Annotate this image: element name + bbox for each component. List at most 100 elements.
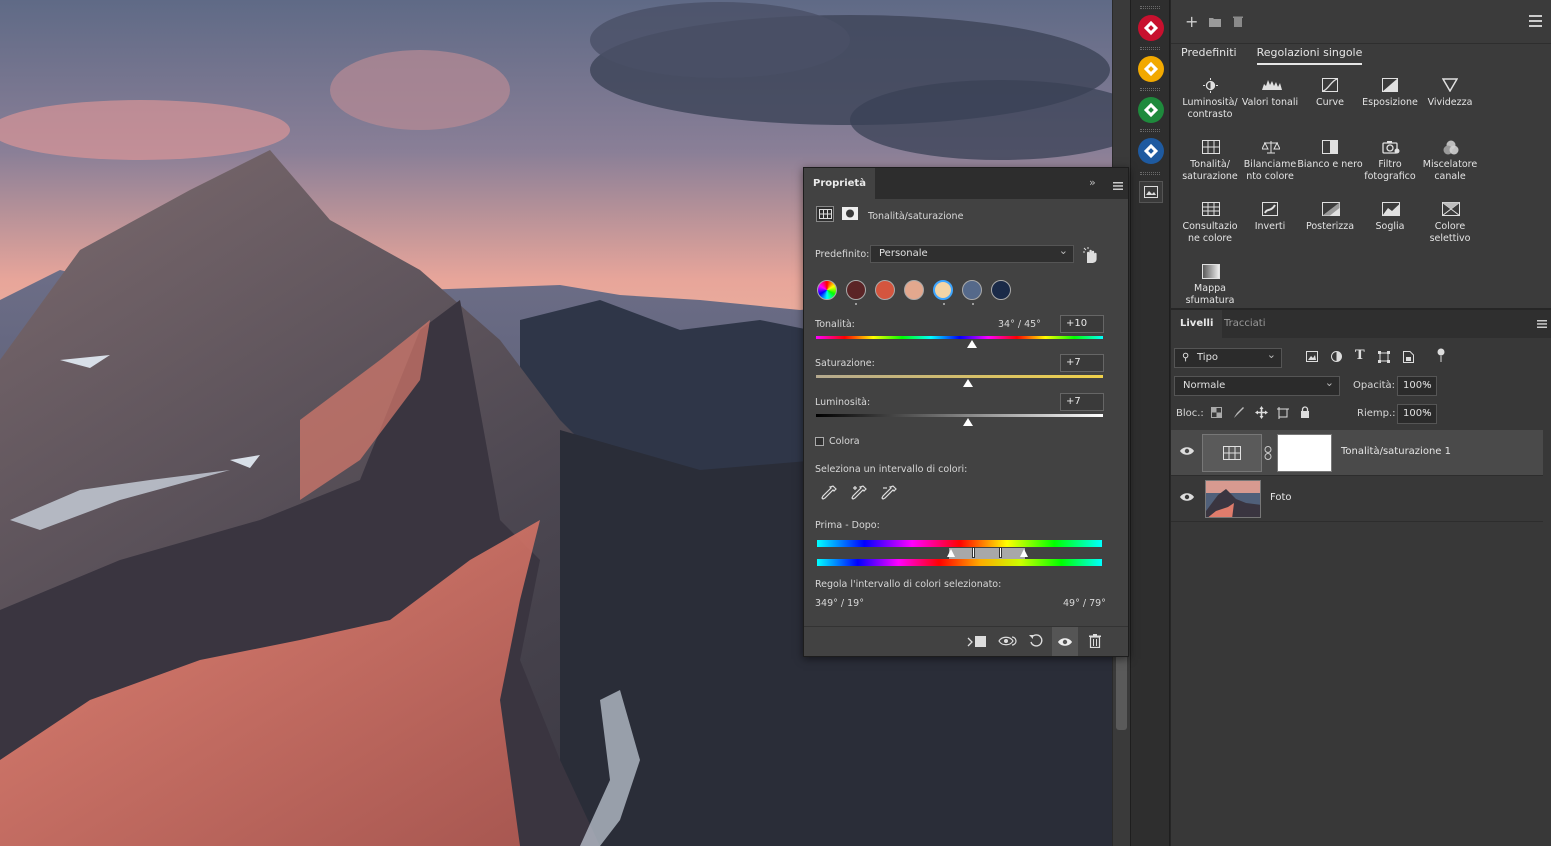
lock-move-icon[interactable] (1255, 406, 1268, 422)
panel-menu-icon[interactable] (1529, 15, 1542, 31)
grip-handle[interactable] (1140, 129, 1160, 132)
adj-photo-filter[interactable]: Filtro fotografico (1357, 140, 1423, 183)
adj-black-white[interactable]: Bianco e nero (1297, 140, 1363, 171)
filter-adjustment-icon[interactable] (1331, 351, 1342, 365)
scrollbar-thumb[interactable] (1116, 655, 1127, 730)
fill-field[interactable]: 100% (1397, 402, 1437, 424)
swatch-skin[interactable] (904, 280, 924, 300)
select-range-label: Seleziona un intervallo di colori: (815, 464, 968, 475)
tab-regolazioni-singole[interactable]: Regolazioni singole (1256, 46, 1363, 65)
layer-filter-dropdown[interactable]: ⚲ Tipo (1174, 346, 1282, 368)
visibility-toggle-icon[interactable] (1052, 627, 1078, 656)
luminosity-slider-thumb[interactable] (963, 418, 974, 426)
lock-brush-icon[interactable] (1233, 407, 1245, 422)
eye-icon[interactable] (1180, 492, 1194, 502)
layer-row-hue-saturation[interactable]: Tonalità/saturazione 1 (1171, 430, 1543, 476)
swatch-reds[interactable] (846, 280, 866, 300)
adjustment-icon[interactable] (816, 206, 834, 222)
lock-all-icon[interactable] (1300, 406, 1310, 421)
adjustment-thumbnail[interactable] (1202, 434, 1262, 472)
adj-channel-mixer[interactable]: Miscelatore canale (1417, 140, 1483, 183)
lock-transparent-icon[interactable] (1211, 407, 1222, 421)
plugin-blue-icon[interactable] (1138, 138, 1164, 164)
trash-icon[interactable] (1233, 15, 1243, 31)
adj-gradient-map[interactable]: Mappa sfumatura (1177, 264, 1243, 307)
tab-proprieta[interactable]: Proprietà (804, 168, 875, 199)
swatch-orange[interactable] (875, 280, 895, 300)
adj-color-lookup[interactable]: Consultazio ne colore (1177, 202, 1243, 245)
eyedropper-minus-icon[interactable] (880, 484, 898, 502)
adj-brightness-contrast[interactable]: Luminosità/ contrasto (1177, 78, 1243, 121)
preset-label: Predefinito: (815, 249, 870, 260)
swatch-navy[interactable] (991, 280, 1011, 300)
filter-type-icon[interactable]: T (1355, 348, 1365, 363)
saturation-input[interactable]: +7 (1060, 354, 1104, 372)
adj-levels[interactable]: Valori tonali (1237, 78, 1303, 109)
grip-handle[interactable] (1140, 47, 1160, 50)
swatch-yellows[interactable] (933, 280, 953, 300)
range-right-readout: 49° / 79° (1063, 598, 1106, 609)
saturation-slider-thumb[interactable] (963, 379, 974, 387)
opacity-field[interactable]: 100% (1397, 374, 1437, 396)
colorize-checkbox[interactable] (815, 437, 824, 446)
range-left-handle[interactable] (972, 547, 975, 558)
filter-pixel-icon[interactable] (1306, 351, 1318, 365)
chain-link-icon[interactable] (1264, 446, 1272, 463)
tab-tracciati[interactable]: Tracciati (1215, 310, 1274, 338)
filter-toggle-icon[interactable] (1437, 348, 1445, 365)
adj-curves[interactable]: Curve (1297, 78, 1363, 109)
blend-mode-dropdown[interactable]: Normale (1174, 374, 1340, 396)
plugin-red-icon[interactable] (1138, 15, 1164, 41)
luminosity-input[interactable]: +7 (1060, 393, 1104, 411)
grip-handle[interactable] (1140, 6, 1160, 9)
swatch-blues[interactable] (962, 280, 982, 300)
clip-to-layer-icon[interactable] (967, 635, 987, 651)
plugin-yellow-icon[interactable] (1138, 56, 1164, 82)
panel-menu-icon[interactable] (1537, 320, 1547, 331)
layer-mask-thumbnail[interactable] (1277, 434, 1332, 472)
hue-slider-thumb[interactable] (967, 340, 978, 348)
layers-tabs: Livelli Tracciati (1171, 310, 1551, 338)
adj-hue-saturation[interactable]: Tonalità/ saturazione (1177, 140, 1243, 183)
filter-smart-object-icon[interactable] (1403, 351, 1414, 366)
lock-artboard-icon[interactable] (1277, 407, 1289, 422)
eyedropper-plus-icon[interactable] (850, 484, 868, 502)
collapse-icon[interactable]: » (1089, 176, 1096, 189)
range-right-handle[interactable] (999, 547, 1002, 558)
tab-predefiniti[interactable]: Predefiniti (1181, 46, 1237, 65)
hue-slider-track[interactable] (816, 336, 1103, 339)
adj-threshold[interactable]: Soglia (1357, 202, 1423, 233)
eye-icon[interactable] (1180, 446, 1194, 456)
preset-dropdown[interactable]: Personale (870, 243, 1074, 263)
reset-icon[interactable] (1029, 634, 1043, 651)
swatch-master[interactable] (817, 280, 837, 300)
layer-row-foto[interactable]: Foto (1171, 476, 1543, 522)
adj-invert[interactable]: Inverti (1237, 202, 1303, 233)
range-selector[interactable] (949, 548, 1025, 559)
adj-exposure[interactable]: Esposizione (1357, 78, 1423, 109)
range-left-falloff-handle[interactable] (947, 549, 955, 557)
plus-icon[interactable]: + (1185, 12, 1198, 31)
luminosity-slider-track[interactable] (816, 414, 1103, 417)
range-right-falloff-handle[interactable] (1020, 549, 1028, 557)
adj-color-balance[interactable]: Bilanciame nto colore (1237, 140, 1303, 183)
adj-posterize[interactable]: Posterizza (1297, 202, 1363, 233)
saturation-slider-track[interactable] (816, 375, 1103, 378)
hue-input[interactable]: +10 (1060, 315, 1104, 333)
view-previous-state-icon[interactable] (998, 634, 1018, 651)
targeted-adjustment-hand-icon[interactable] (1082, 246, 1098, 267)
properties-panel-icon[interactable] (1139, 181, 1163, 203)
eyedropper-icon[interactable] (820, 484, 838, 502)
adj-selective-color[interactable]: Colore selettivo (1417, 202, 1483, 245)
mask-icon[interactable] (842, 207, 858, 223)
folder-icon[interactable] (1209, 15, 1221, 31)
adj-vibrance[interactable]: Vividezza (1417, 78, 1483, 109)
filter-shape-icon[interactable] (1378, 351, 1390, 366)
panel-menu-icon[interactable] (1113, 180, 1123, 193)
grip-handle[interactable] (1140, 172, 1160, 175)
grip-handle[interactable] (1140, 88, 1160, 91)
plugin-green-icon[interactable] (1138, 97, 1164, 123)
adjustments-panel: + Predefiniti Regolazioni singole Lumino… (1171, 0, 1551, 308)
trash-icon[interactable] (1089, 634, 1101, 651)
photo-thumbnail[interactable] (1205, 480, 1261, 518)
